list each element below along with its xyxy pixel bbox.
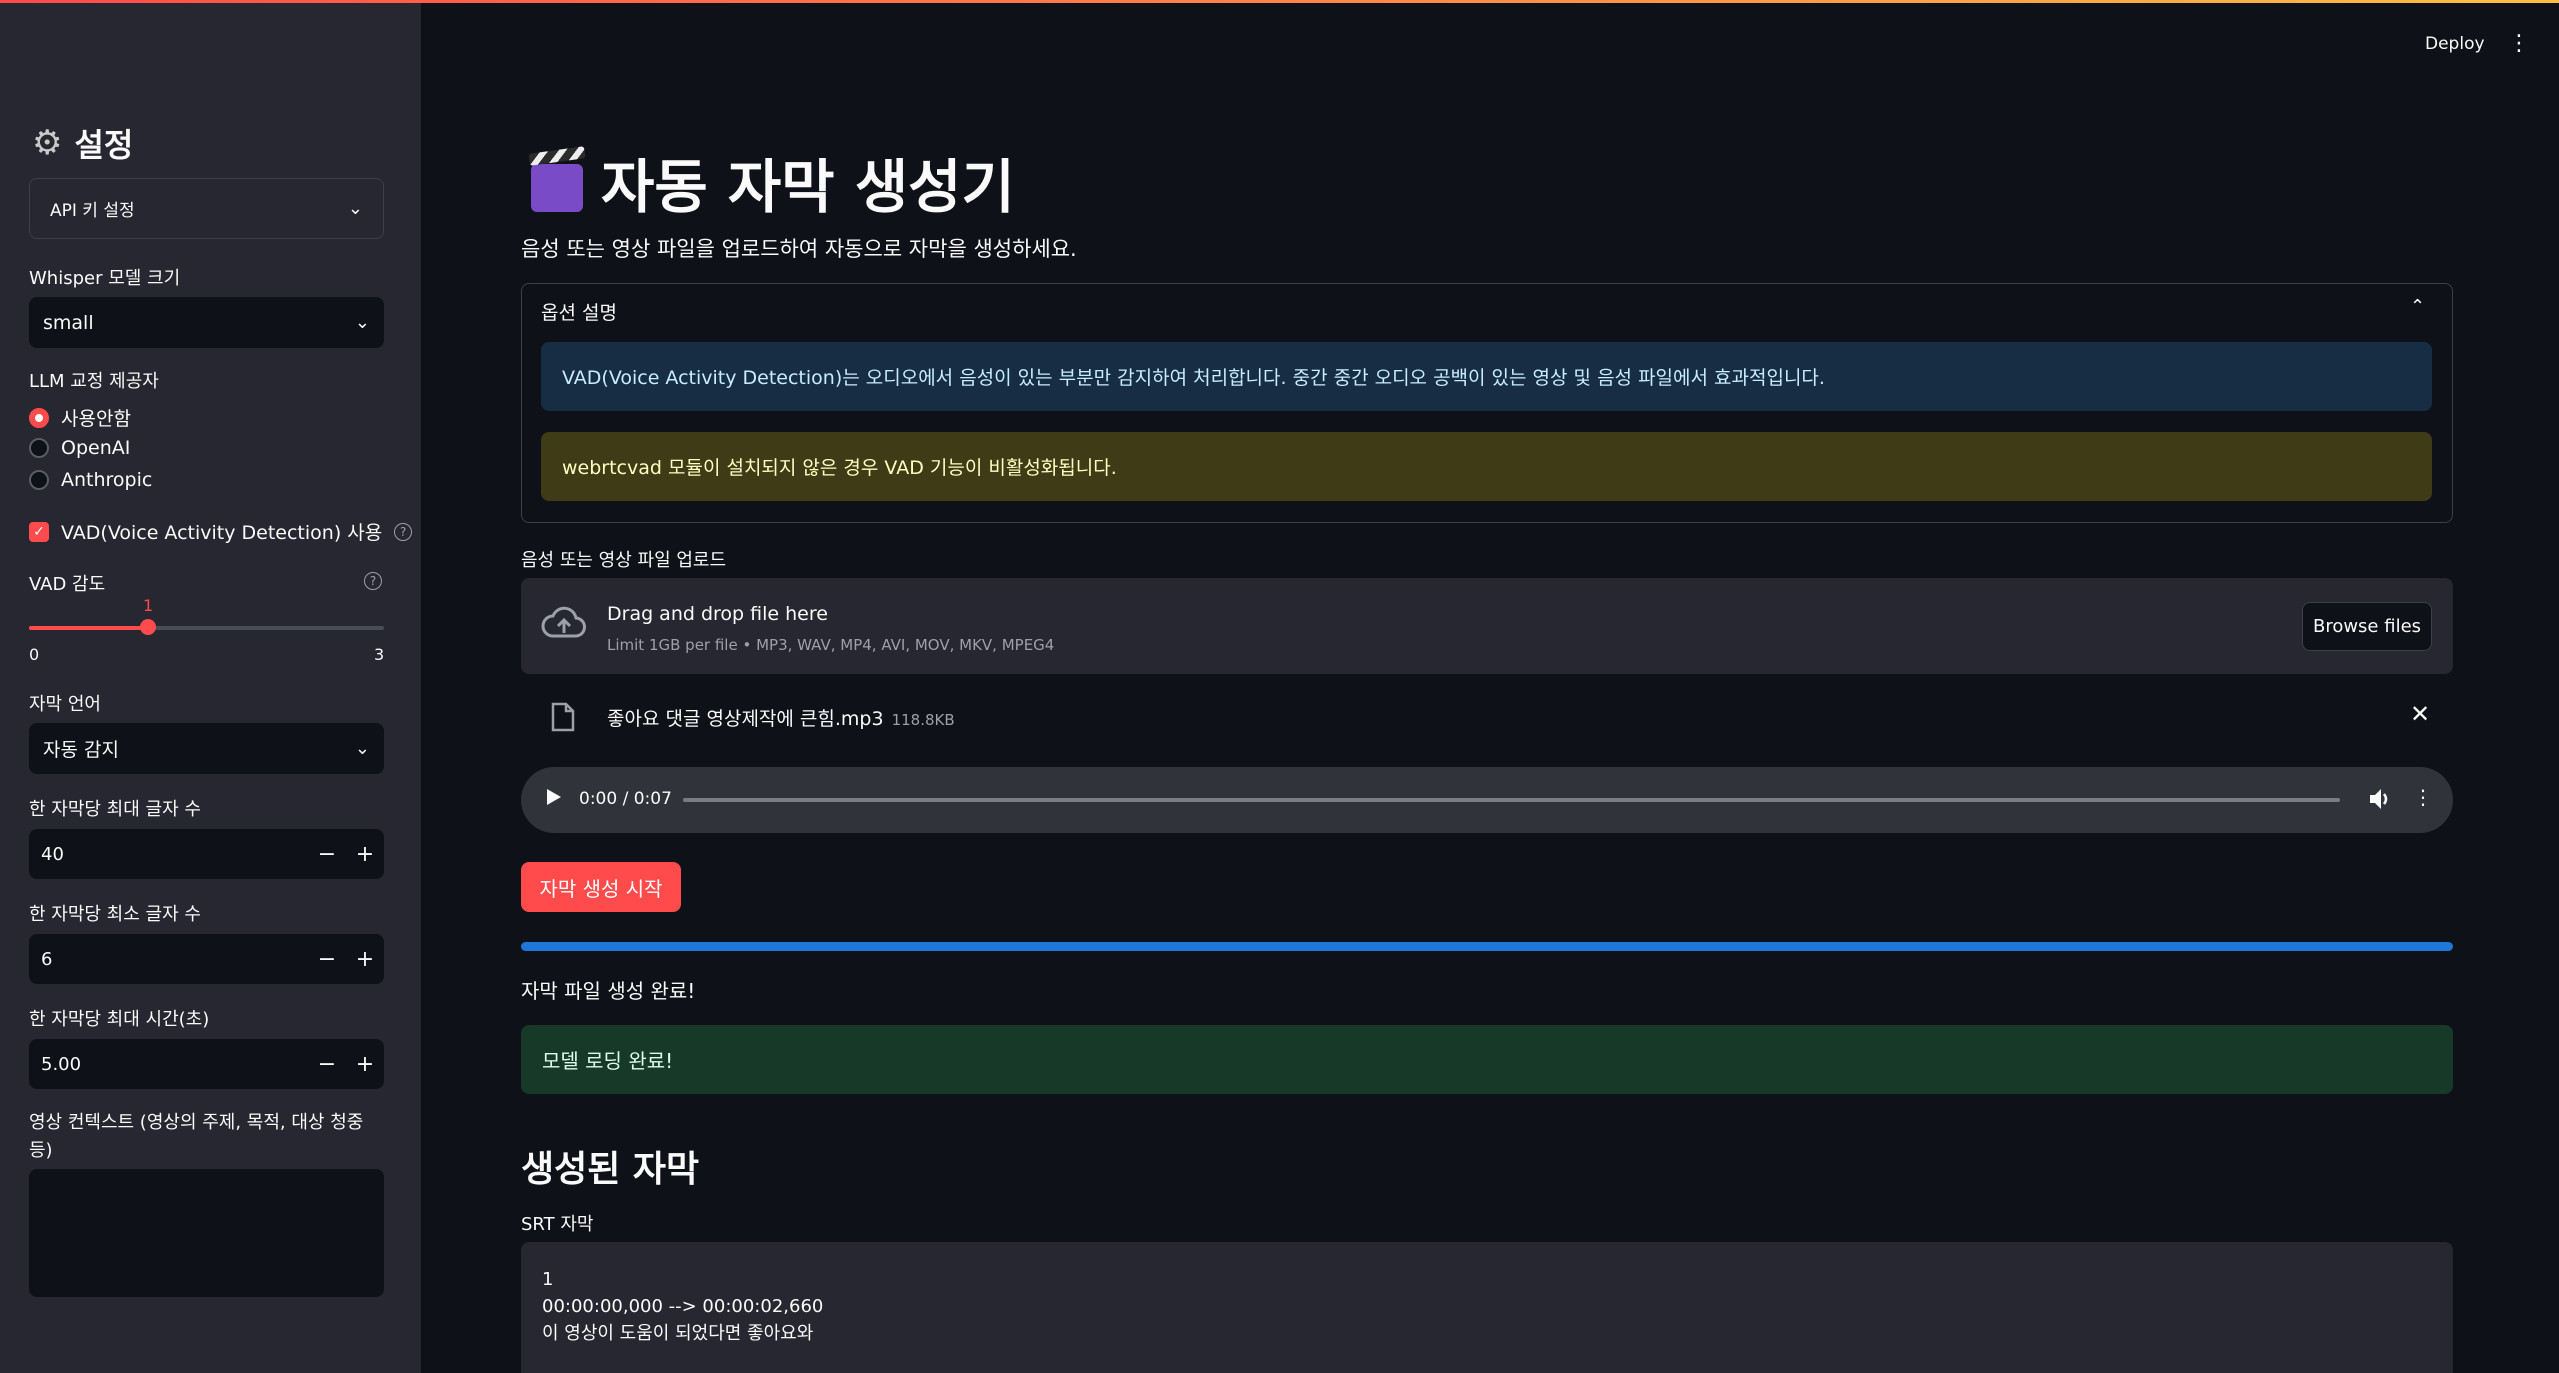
chevron-up-icon[interactable]: ⌃	[2410, 296, 2425, 317]
slider-value: 1	[143, 596, 154, 615]
file-size: 118.8KB	[891, 711, 955, 729]
decrement-button[interactable]: −	[308, 842, 346, 867]
gear-icon: ⚙	[32, 123, 63, 163]
info-alert: VAD(Voice Activity Detection)는 오디오에서 음성이…	[541, 342, 2432, 411]
chevron-down-icon: ⌄	[347, 198, 363, 219]
max-chars-input[interactable]: 40 − +	[29, 829, 384, 879]
radio-icon	[29, 470, 49, 490]
success-alert: 모델 로딩 완료!	[521, 1025, 2453, 1094]
srt-line: 이 영상이 도움이 되었다면 좋아요와	[542, 1323, 814, 1344]
options-expander-header[interactable]: 옵션 설명	[541, 298, 617, 325]
min-chars-label: 한 자막당 최소 글자 수	[29, 904, 201, 925]
max-time-label: 한 자막당 최대 시간(초)	[29, 1009, 210, 1030]
srt-line: 00:00:00,000 --> 00:00:02,660	[542, 1296, 824, 1317]
progress-bar	[521, 942, 2453, 951]
start-generation-button[interactable]: 자막 생성 시작	[521, 862, 681, 912]
llm-label: LLM 교정 제공자	[29, 371, 159, 392]
radio-none[interactable]: 사용안함	[29, 404, 131, 431]
max-chars-label: 한 자막당 최대 글자 수	[29, 799, 201, 820]
dropzone-limit: Limit 1GB per file • MP3, WAV, MP4, AVI,…	[607, 636, 1055, 654]
upload-label: 음성 또는 영상 파일 업로드	[521, 550, 727, 571]
deploy-button[interactable]: Deploy	[2425, 34, 2485, 54]
main-menu-icon[interactable]: ⋮	[2508, 31, 2530, 56]
srt-textarea[interactable]: 1 00:00:00,000 --> 00:00:02,660 이 영상이 도움…	[521, 1242, 2453, 1373]
vad-slider-track[interactable]	[29, 626, 384, 630]
cloud-upload-icon	[541, 606, 586, 638]
vad-slider-thumb[interactable]	[140, 619, 156, 635]
page-subtitle: 음성 또는 영상 파일을 업로드하여 자동으로 자막을 생성하세요.	[521, 237, 1077, 261]
status-text: 자막 파일 생성 완료!	[521, 979, 696, 1003]
uploaded-file: 좋아요 댓글 영상제작에 큰힘.mp3 118.8KB	[607, 708, 955, 730]
srt-label: SRT 자막	[521, 1214, 594, 1235]
vad-slider-fill	[29, 626, 149, 630]
vad-checkbox[interactable]: ✓ VAD(Voice Activity Detection) 사용 ?	[29, 518, 413, 545]
increment-button[interactable]: +	[346, 947, 384, 972]
help-icon[interactable]: ?	[394, 522, 413, 541]
language-select[interactable]: 자동 감지 ⌄	[29, 723, 384, 774]
decrement-button[interactable]: −	[308, 1052, 346, 1077]
close-icon[interactable]: ✕	[2410, 700, 2430, 728]
checkbox-checked-icon: ✓	[29, 521, 49, 542]
chevron-down-icon: ⌄	[354, 312, 370, 333]
help-icon[interactable]: ?	[364, 572, 382, 590]
audio-time: 0:00 / 0:07	[579, 789, 672, 809]
increment-button[interactable]: +	[346, 842, 384, 867]
whisper-label: Whisper 모델 크기	[29, 268, 181, 289]
api-key-expander[interactable]: API 키 설정 ⌄	[29, 178, 384, 239]
min-chars-input[interactable]: 6 − +	[29, 934, 384, 984]
language-label: 자막 언어	[29, 694, 101, 715]
browse-files-button[interactable]: Browse files	[2302, 602, 2432, 651]
radio-openai[interactable]: OpenAI	[29, 437, 130, 459]
page-title: 자동 자막 생성기	[531, 140, 1015, 224]
sidebar-title: ⚙ 설정	[32, 123, 134, 164]
increment-button[interactable]: +	[346, 1052, 384, 1077]
audio-seek-bar[interactable]	[683, 798, 2340, 802]
context-label: 영상 컨텍스트 (영상의 주제, 목적, 대상 청중 등)	[29, 1112, 364, 1161]
radio-icon	[29, 438, 49, 458]
file-dropzone[interactable]	[521, 578, 2453, 674]
context-textarea[interactable]	[29, 1169, 384, 1297]
slider-max: 3	[374, 645, 385, 664]
vad-sensitivity-label: VAD 감도	[29, 574, 106, 595]
clapperboard-icon	[531, 164, 583, 212]
dropzone-text: Drag and drop file here	[607, 603, 828, 625]
result-title: 생성된 자막	[521, 1149, 700, 1190]
radio-anthropic[interactable]: Anthropic	[29, 469, 152, 491]
srt-line: 1	[542, 1269, 554, 1290]
whisper-model-select[interactable]: small ⌄	[29, 297, 384, 348]
audio-menu-icon[interactable]: ⋮	[2413, 785, 2433, 809]
radio-selected-icon	[29, 407, 49, 428]
decrement-button[interactable]: −	[308, 947, 346, 972]
volume-icon[interactable]	[2368, 786, 2392, 812]
max-time-input[interactable]: 5.00 − +	[29, 1039, 384, 1089]
chevron-down-icon: ⌄	[354, 738, 370, 759]
file-icon	[551, 702, 575, 732]
warning-alert: webrtcvad 모듈이 설치되지 않은 경우 VAD 기능이 비활성화됩니다…	[541, 432, 2432, 501]
play-icon[interactable]	[547, 789, 561, 805]
slider-min: 0	[29, 645, 40, 664]
